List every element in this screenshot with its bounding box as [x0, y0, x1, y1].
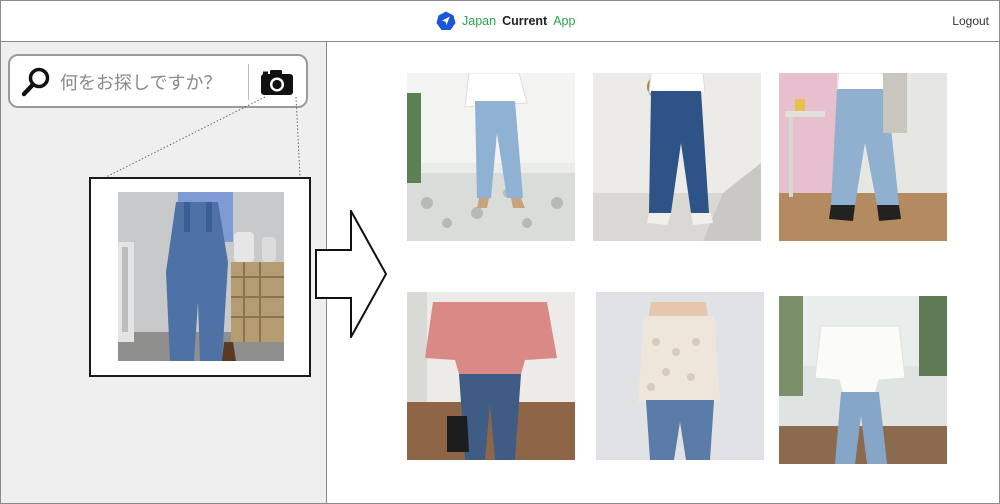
right-arrow-icon — [315, 210, 387, 338]
result-photo-4 — [407, 292, 575, 460]
search-input[interactable] — [58, 68, 252, 98]
query-image-frame — [89, 177, 311, 377]
result-image-3[interactable] — [779, 73, 947, 241]
search-icon — [21, 67, 50, 97]
result-image-2[interactable] — [593, 73, 761, 241]
brand-word-japan: Japan — [462, 14, 497, 28]
search-divider — [248, 64, 249, 100]
result-image-4[interactable] — [407, 292, 575, 460]
result-photo-6 — [779, 296, 947, 464]
result-image-6[interactable] — [779, 296, 947, 464]
brand-word-app: App — [553, 14, 576, 28]
logo-icon — [436, 11, 456, 30]
brand-word-current: Current — [502, 14, 548, 28]
camera-icon[interactable] — [260, 68, 294, 96]
search-bar[interactable] — [8, 54, 308, 108]
logout-link[interactable]: Logout — [952, 14, 989, 28]
query-image — [118, 192, 284, 361]
brand[interactable]: Japan Current App — [436, 10, 575, 32]
top-bar: Japan Current App Logout — [1, 1, 999, 42]
result-photo-3 — [779, 73, 947, 241]
result-photo-5 — [596, 292, 764, 460]
result-photo-1 — [407, 73, 575, 241]
result-image-1[interactable] — [407, 73, 575, 241]
result-image-5[interactable] — [596, 292, 764, 460]
result-photo-2 — [593, 73, 761, 241]
